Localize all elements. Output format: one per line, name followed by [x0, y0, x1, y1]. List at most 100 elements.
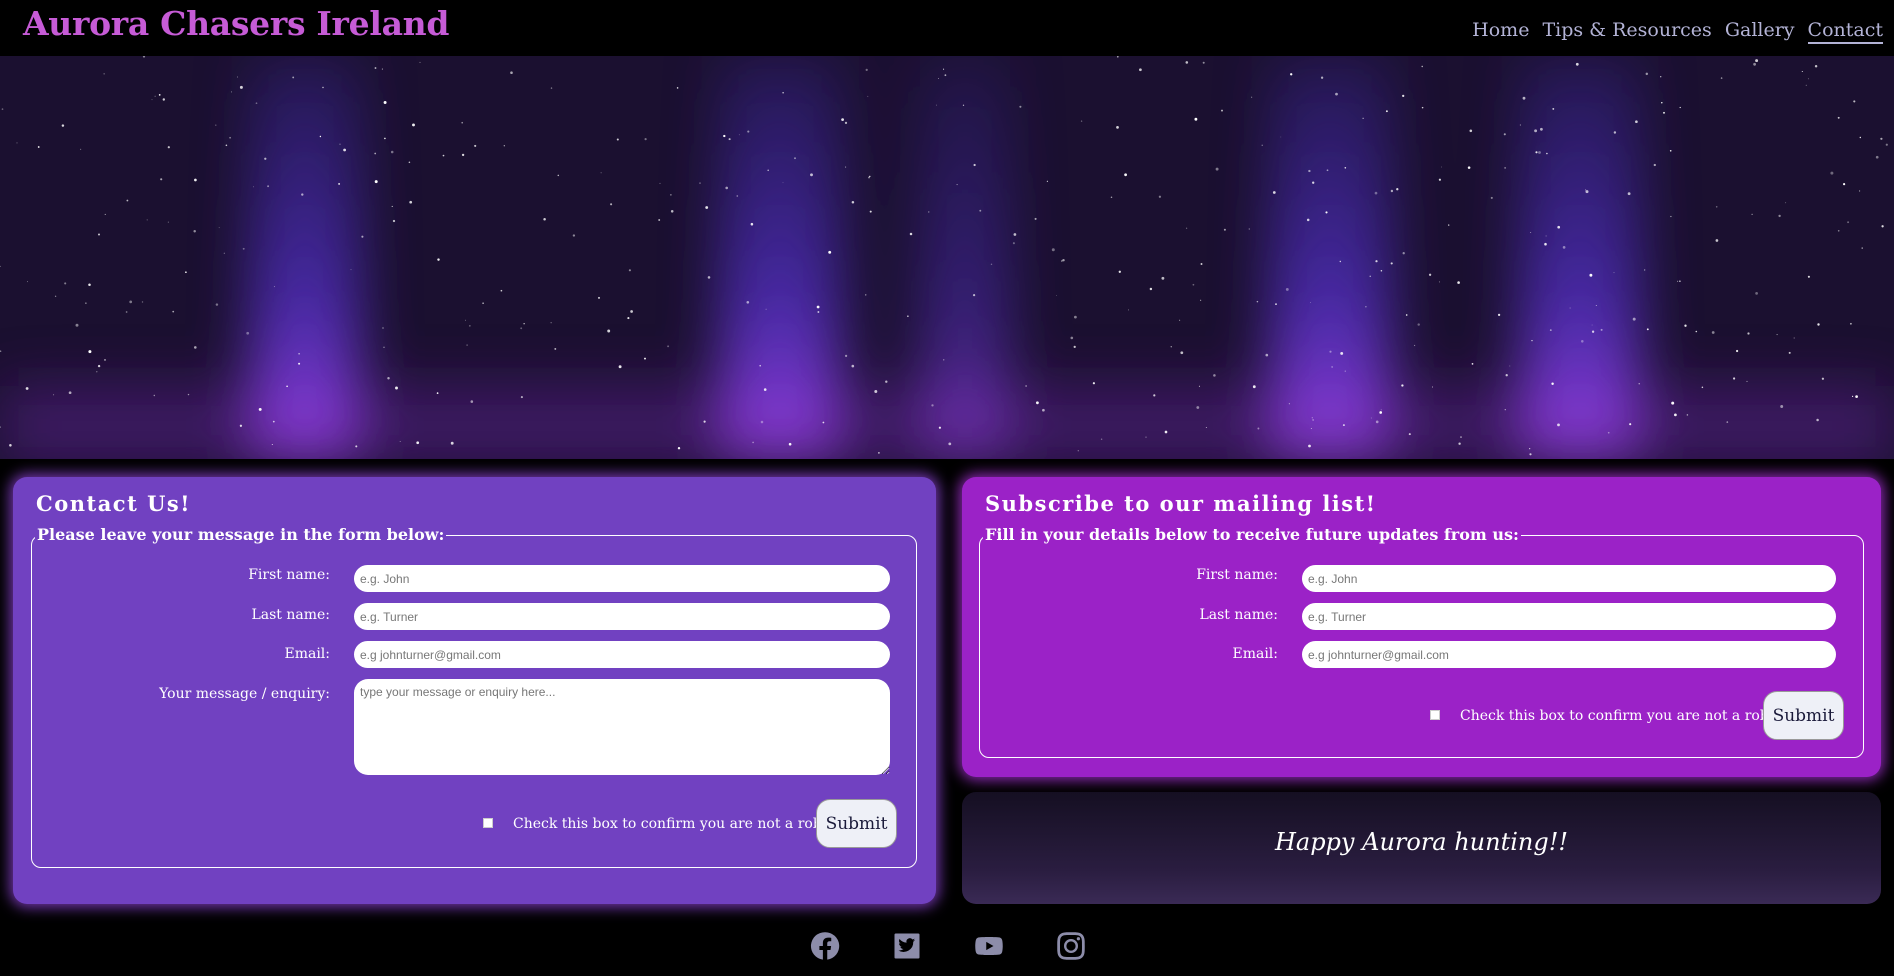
contact-last-name-input[interactable] — [354, 603, 890, 630]
star — [1859, 136, 1861, 139]
subscribe-first-name-label: First name: — [1196, 567, 1278, 583]
contact-email-input[interactable] — [354, 641, 890, 668]
star — [1042, 408, 1045, 412]
star — [1116, 126, 1119, 129]
contact-robot-checkbox[interactable] — [483, 818, 493, 828]
nav-link-contact[interactable]: Contact — [1807, 19, 1883, 44]
star — [1816, 418, 1819, 422]
star — [338, 182, 341, 185]
star — [1213, 374, 1216, 377]
star — [707, 276, 711, 279]
star — [1733, 377, 1736, 380]
subscribe-email-input[interactable] — [1302, 641, 1836, 668]
nav-link-home[interactable]: Home — [1472, 19, 1529, 44]
contact-message-textarea[interactable] — [354, 679, 890, 775]
star — [1051, 248, 1055, 252]
star — [442, 154, 445, 157]
star — [1629, 423, 1632, 426]
star — [1401, 384, 1404, 387]
twitter-icon[interactable] — [892, 931, 922, 961]
star — [1077, 450, 1079, 452]
star — [1632, 317, 1636, 321]
contact-robot-label: Check this box to confirm you are not a … — [513, 816, 836, 832]
star — [68, 391, 72, 395]
star — [474, 144, 477, 147]
star — [1585, 190, 1589, 194]
star — [990, 263, 993, 266]
star — [225, 144, 228, 147]
star — [384, 137, 386, 140]
star — [1837, 116, 1840, 119]
star — [759, 364, 761, 367]
star — [1128, 309, 1130, 311]
star — [503, 145, 505, 147]
star — [61, 124, 65, 127]
star — [1490, 196, 1493, 199]
star — [1074, 315, 1077, 319]
star — [1417, 323, 1420, 326]
youtube-icon[interactable] — [974, 931, 1004, 961]
star — [153, 394, 156, 397]
star — [412, 123, 415, 127]
contact-first-name-input[interactable] — [354, 565, 890, 592]
star — [868, 176, 870, 179]
star — [79, 148, 82, 151]
site-logo-title[interactable]: Aurora Chasers Ireland — [23, 4, 449, 43]
star — [1110, 196, 1113, 199]
star — [1661, 101, 1663, 104]
star — [1855, 395, 1858, 398]
star — [1807, 78, 1809, 80]
star — [1375, 420, 1379, 424]
star — [1467, 166, 1471, 169]
star — [1776, 334, 1778, 336]
star — [301, 193, 304, 196]
star — [1335, 92, 1338, 96]
star — [1747, 332, 1750, 335]
star — [828, 250, 832, 254]
star — [1312, 419, 1314, 421]
star — [610, 203, 613, 206]
star — [1164, 430, 1168, 434]
star — [1379, 411, 1383, 414]
star — [253, 186, 254, 188]
star — [1677, 280, 1679, 282]
star — [1751, 213, 1753, 216]
star — [125, 311, 128, 313]
star — [543, 218, 546, 221]
facebook-icon[interactable] — [810, 931, 840, 961]
star — [1531, 339, 1533, 342]
star — [844, 121, 848, 125]
nav-link-tips-resources[interactable]: Tips & Resources — [1542, 19, 1711, 44]
star — [1814, 64, 1818, 68]
star — [1460, 436, 1462, 439]
nav-link-gallery[interactable]: Gallery — [1725, 19, 1795, 44]
star — [810, 173, 813, 177]
star — [1817, 323, 1820, 326]
star — [1402, 252, 1405, 255]
star — [1645, 72, 1649, 76]
star — [1202, 61, 1205, 64]
star — [215, 124, 217, 126]
star — [1585, 189, 1587, 191]
star — [298, 362, 301, 365]
star — [644, 138, 647, 141]
instagram-icon[interactable] — [1056, 931, 1086, 961]
subscribe-first-name-input[interactable] — [1302, 565, 1836, 592]
subscribe-last-name-label: Last name: — [1199, 607, 1278, 623]
star — [1448, 224, 1450, 226]
star — [436, 392, 439, 394]
star — [1325, 211, 1328, 214]
star — [395, 386, 398, 390]
star — [909, 232, 913, 236]
subscribe-last-name-input[interactable] — [1302, 603, 1836, 630]
star — [1124, 173, 1127, 177]
star — [223, 252, 225, 254]
star — [1679, 106, 1681, 109]
contact-submit-button[interactable]: Submit — [816, 799, 897, 848]
subscribe-robot-checkbox[interactable] — [1430, 710, 1440, 720]
star — [1116, 56, 1119, 58]
subscribe-submit-button[interactable]: Submit — [1763, 691, 1844, 740]
star — [1340, 351, 1344, 355]
star — [27, 281, 28, 283]
star — [258, 407, 262, 411]
